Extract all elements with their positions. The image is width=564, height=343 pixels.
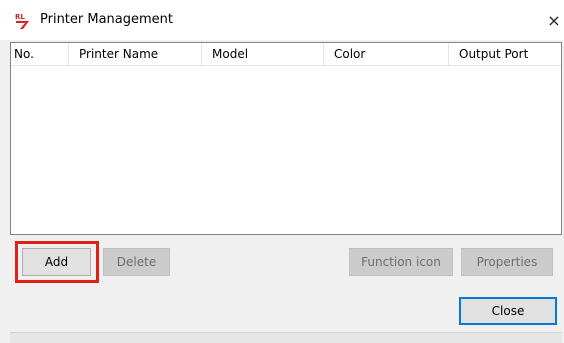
printer-list[interactable]: No. Printer Name Model Color Output Port [10, 42, 562, 235]
svg-text:RL: RL [15, 13, 25, 21]
add-button[interactable]: Add [22, 248, 91, 276]
list-header: No. Printer Name Model Color Output Port [11, 43, 561, 66]
column-header-color[interactable]: Color [324, 43, 449, 65]
app-logo-icon: RL [14, 12, 32, 30]
window-title: Printer Management [40, 12, 174, 27]
title-bar: RL Printer Management × [0, 0, 564, 40]
column-header-printer-name[interactable]: Printer Name [69, 43, 202, 65]
column-header-model[interactable]: Model [202, 43, 324, 65]
column-header-output-port[interactable]: Output Port [449, 43, 561, 65]
delete-button[interactable]: Delete [103, 248, 170, 276]
bottom-strip [10, 332, 562, 343]
function-icon-button[interactable]: Function icon [349, 248, 453, 276]
close-icon[interactable]: × [544, 0, 564, 40]
printer-management-dialog: RL Printer Management × No. Printer Name… [0, 0, 564, 343]
properties-button[interactable]: Properties [461, 248, 553, 276]
column-header-no[interactable]: No. [11, 43, 69, 65]
close-button[interactable]: Close [459, 297, 557, 325]
